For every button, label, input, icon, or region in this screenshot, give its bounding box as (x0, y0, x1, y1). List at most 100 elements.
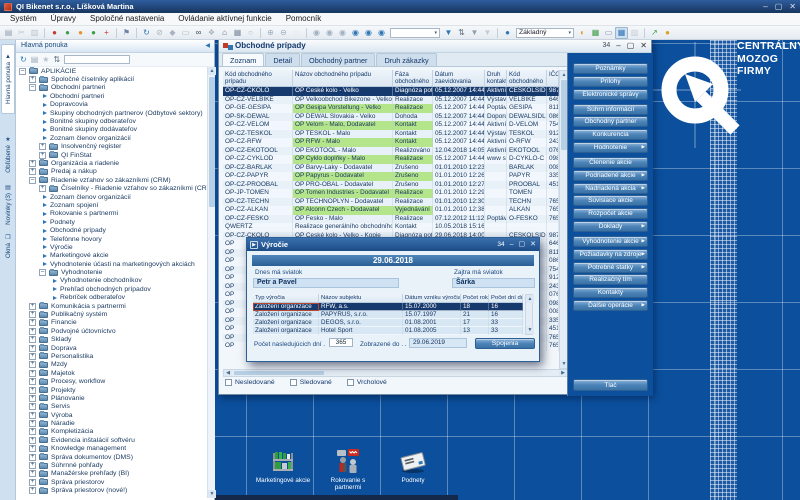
scroll-down-icon[interactable]: ▼ (526, 326, 534, 334)
tab-obchodny-partner[interactable]: Obchodný partner (301, 53, 375, 66)
bookmark-icon[interactable]: ⚑ (120, 27, 133, 39)
last-record-icon[interactable]: ◉ (349, 27, 362, 39)
panel-button-suvisiace-akcie[interactable]: Súvisiace akcie (573, 195, 648, 206)
tree-item-skupiny-obchodnych-partnerov-odbytove-sektory[interactable]: Skupiny obchodných partnerov (Odbytové s… (16, 109, 207, 117)
goto-record-icon[interactable]: ◉ (362, 27, 375, 39)
table-row[interactable]: OP-CZ-CKOLOOP České kolo - VelkoDiagnóza… (223, 87, 559, 96)
tree-item-obchodni-partneri[interactable]: –Obchodní partneri (16, 84, 207, 92)
panel-button-konkurencia[interactable]: Konkurencia (573, 129, 648, 140)
panel-button-rozpocet-akcie[interactable]: Rozpočet akcie (573, 208, 648, 219)
expand-toggle-icon[interactable]: + (29, 479, 36, 486)
side-tab-okna[interactable]: ❒Okná (1, 232, 15, 262)
tree-item-prehlad-obchodnych-pripadov[interactable]: Prehľad obchodných prípadov (16, 285, 207, 293)
expand-toggle-icon[interactable]: + (39, 185, 46, 192)
panel-button-kontakty[interactable]: Kontakty (573, 287, 648, 298)
panel-button-poznamky[interactable]: Poznámky (573, 63, 648, 74)
panel-button-poziadavky-na-zdroje[interactable]: Požiadavky na zdroje▶ (573, 249, 648, 260)
tree-item-suhrnne-pohlady[interactable]: +Súhrnné pohľady (16, 461, 207, 469)
filter-clear-icon[interactable]: ▼ (481, 27, 494, 39)
side-tab-novinky-3[interactable]: ▤Novinky (3) (1, 182, 15, 228)
maximize-icon[interactable]: ▢ (519, 239, 526, 250)
expand-toggle-icon[interactable]: + (29, 328, 36, 335)
pause-icon[interactable]: ○ (244, 27, 257, 39)
connections-button[interactable]: Spojenia (475, 338, 535, 349)
tree-layers-icon[interactable]: ▤ (31, 55, 39, 65)
panel-button-potrebne-statky[interactable]: Potrebné statky▶ (573, 262, 648, 273)
tree-item-knowledge-management[interactable]: +Knowledge management (16, 445, 207, 453)
tree-item-aplikacie[interactable]: –APLIKÁCIE (16, 67, 207, 75)
panel-button-doklady[interactable]: Doklady▶ (573, 221, 648, 232)
tree-item-podnety[interactable]: Podnety (16, 218, 207, 226)
expand-toggle-icon[interactable]: + (29, 168, 36, 175)
gallery-icon[interactable]: ▦ (589, 27, 602, 39)
tree-item-marketingove-akcie[interactable]: Marketingové akcie (16, 252, 207, 260)
table-row[interactable]: OP-CZ-CYKLODOP Cyklo doplňky - MaloReali… (223, 155, 559, 164)
table-row[interactable]: OP-CZ-TECHNOP TECHNOPLYN - DodavatelReal… (223, 198, 559, 207)
filter-icon[interactable]: ▼ (442, 27, 455, 39)
tree-item-rokovanie-s-partnermi[interactable]: Rokovanie s partnermi (16, 210, 207, 218)
menu-pomocnik[interactable]: Pomocník (279, 13, 329, 25)
scroll-right-icon[interactable]: ▶ (559, 370, 567, 376)
tree-item-vyroba[interactable]: +Výroba (16, 411, 207, 419)
expand-toggle-icon[interactable]: + (29, 403, 36, 410)
table-row[interactable]: OP-GE-GESIPAOP Gesipa Vorstellung - Velk… (223, 104, 559, 113)
tree-item-rebricek-odberatelov[interactable]: Rebríček odberateľov (16, 294, 207, 302)
side-tab-oblubene[interactable]: ★Obľúbené (1, 132, 15, 178)
tree-item-riadenie-vztahov-so-zakaznikmi-crm[interactable]: –Riadenie vzťahov so zákazníkmi (CRM) (16, 176, 207, 184)
record-ok-icon[interactable]: ● (87, 27, 100, 39)
checkbox-box[interactable] (347, 379, 354, 386)
tree-item-dopravcovia[interactable]: Dopravcovia (16, 101, 207, 109)
column-header-typ-vyrocia[interactable]: Typ výročia (253, 294, 319, 303)
minimize-icon[interactable]: – (763, 1, 767, 12)
desktop-icon-negotiation[interactable]: Rokovanie s partnermi (317, 444, 379, 491)
table-row[interactable]: OP-CZ-ALKANOP Alconn Czech - DodavatelVy… (223, 206, 559, 215)
help-icon[interactable]: ● (661, 27, 674, 39)
table-body[interactable]: Založení organizaceRFW, a.s.15.07.200018… (253, 303, 523, 335)
expand-toggle-icon[interactable]: + (29, 395, 36, 402)
tree-item-bonitne-skupiny-dodavatelov[interactable]: Bonitné skupiny dodávateľov (16, 126, 207, 134)
tree-item-financie[interactable]: +Financie (16, 319, 207, 327)
table-header[interactable]: Typ výročiaNázov subjektuDátum vzniku vý… (253, 294, 523, 303)
tree-item-mzdy[interactable]: +Mzdy (16, 361, 207, 369)
column-header-datum-vzniku-vyrocia[interactable]: Dátum vzniku výročia (403, 294, 461, 303)
table-row[interactable]: OP-CZ-FESKOOP Fesko - MaloRealizace07.12… (223, 215, 559, 224)
expand-toggle-icon[interactable]: + (29, 445, 36, 452)
filter-apply-icon[interactable]: ▼ (468, 27, 481, 39)
tree-item-vyhodnotenie-ucasti-na-marketingovych-akciach[interactable]: Vyhodnotenie účasti na marketingových ak… (16, 260, 207, 268)
tree-item-vyrocie[interactable]: Výročie (16, 243, 207, 251)
expand-toggle-icon[interactable]: + (29, 336, 36, 343)
checkbox-vrcholove[interactable]: Vrcholové (347, 379, 387, 386)
column-header-datum-zaevidovania[interactable]: Dátum zaevidovania (433, 70, 485, 87)
navigate-icon[interactable]: ◆ (166, 27, 179, 39)
column-header-ico[interactable]: IČO (547, 70, 559, 87)
checkbox-box[interactable] (225, 379, 232, 386)
panel-button-nadriadena-akcia[interactable]: Nadriadená akcia▶ (573, 183, 648, 194)
scroll-down-icon[interactable]: ▼ (208, 490, 216, 498)
column-header-nazov-obchodneho-pripadu[interactable]: Názov obchodného prípadu (293, 70, 393, 87)
tree-item-planovanie[interactable]: +Plánovanie (16, 394, 207, 402)
tree-item-procesy-workflow[interactable]: +Procesy, workflow (16, 377, 207, 385)
table-row[interactable]: Založení organizacePAPYRUS, s.r.o.15.07.… (253, 311, 523, 319)
tree-item-publikacny-system[interactable]: +Publikačný systém (16, 310, 207, 318)
tree-item-bonitne-skupiny-odberatelov[interactable]: Bonitné skupiny odberateľov (16, 117, 207, 125)
minimize-icon[interactable]: – (616, 39, 620, 52)
tree-item-zoznam-spojeni[interactable]: Zoznam spojení (16, 201, 207, 209)
cut-icon[interactable]: ✂ (15, 27, 28, 39)
panel-button-suhrn-informacii[interactable]: Súhrn informácií (573, 104, 648, 115)
tree-item-naradie[interactable]: +Náradie (16, 419, 207, 427)
menu-spolocne-nastavenia[interactable]: Spoločné nastavenia (83, 13, 171, 25)
tree-item-ciselniky-riadenie-vztahov-so-zakaznikmi-crm[interactable]: +Číselníky - Riadenie vzťahov so zákazní… (16, 184, 207, 192)
tree-item-telefonne-hovory[interactable]: Telefónne hovory (16, 235, 207, 243)
panel-button-podriadene-akcie[interactable]: Podriadené akcie▶ (573, 170, 648, 181)
record-new-icon[interactable]: + (100, 27, 113, 39)
anniversary-table[interactable]: Typ výročiaNázov subjektuDátum vzniku vý… (253, 294, 523, 335)
expand-toggle-icon[interactable]: + (29, 370, 36, 377)
column-header-pocet-rokov[interactable]: Počet rokov (461, 294, 489, 303)
record-refresh-icon[interactable]: ● (61, 27, 74, 39)
maximize-icon[interactable]: ▢ (627, 39, 635, 52)
minimize-icon[interactable]: – (510, 239, 514, 250)
panel-button-realizacny-tim[interactable]: Realizačný tím (573, 274, 648, 285)
column-header-kod-obchodneho-partnera[interactable]: Kód obchodného partnera (507, 70, 547, 87)
table-hscroll-thumb[interactable] (234, 371, 324, 375)
table-row[interactable]: OP-CZ-VELBIKEOP Velkoobchod Bikezone - V… (223, 96, 559, 105)
